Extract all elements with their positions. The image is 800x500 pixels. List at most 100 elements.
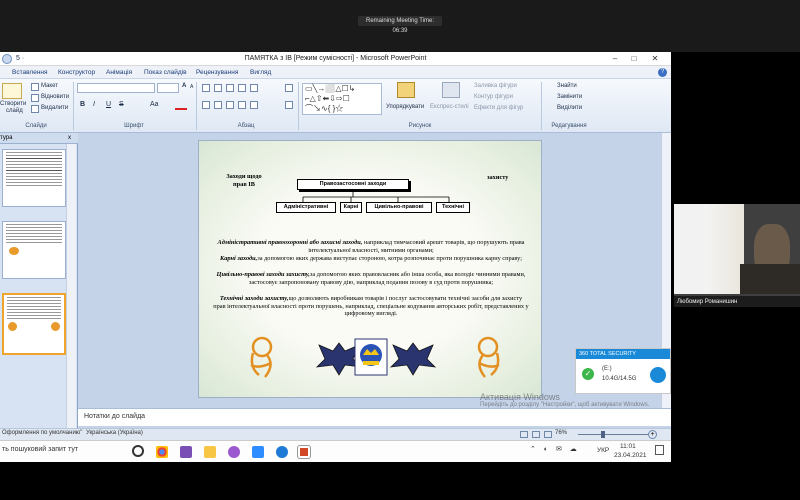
activation-text: Перейдіть до розділу "Настройки", щоб ак…: [480, 402, 650, 408]
diagram-node: Карні: [340, 202, 362, 213]
slide-thumbnail-selected[interactable]: [2, 293, 66, 355]
tab-view[interactable]: Вигляд: [250, 66, 271, 79]
check-icon: ✓: [582, 368, 594, 380]
find-button[interactable]: Знайти: [557, 83, 577, 89]
pane-close-icon[interactable]: x: [68, 133, 71, 144]
notification-icon[interactable]: [655, 445, 664, 455]
clock-time[interactable]: 11:01: [620, 443, 636, 450]
participant-body: [740, 264, 800, 294]
delete-icon[interactable]: [31, 105, 39, 113]
slides-pane-scrollbar[interactable]: [66, 144, 76, 428]
shape-fill-button[interactable]: Заливка фігури: [474, 83, 517, 89]
outline-tab[interactable]: тура: [0, 135, 12, 141]
layout-button[interactable]: Макет: [41, 83, 58, 89]
zoom-slider-thumb[interactable]: [601, 431, 605, 438]
sorter-view-icon[interactable]: [532, 431, 540, 438]
group-label-drawing: Рисунок: [408, 123, 432, 129]
reset-button[interactable]: Відновити: [41, 94, 69, 100]
activation-title: Активація Windows: [480, 392, 560, 402]
viber-icon[interactable]: [228, 446, 240, 458]
video-curtain: [704, 204, 744, 294]
list-buttons[interactable]: [202, 84, 292, 94]
tab-review[interactable]: Рецензування: [196, 66, 238, 79]
participant-video[interactable]: Любомир Романишин: [674, 204, 800, 307]
zoom-level[interactable]: 76%: [555, 430, 567, 436]
status-theme: Оформлення по умолчанию": [2, 430, 83, 436]
tab-animation[interactable]: Анімація: [106, 66, 132, 79]
help-icon[interactable]: ?: [658, 68, 667, 77]
zoom-in-icon[interactable]: +: [648, 430, 657, 439]
tab-insert[interactable]: Вставлення: [12, 66, 48, 79]
keyboard-language[interactable]: УКР: [597, 447, 609, 454]
slide-thumbnail[interactable]: [2, 149, 66, 207]
new-slide-icon[interactable]: [2, 83, 22, 99]
eagle-emblem-right: [389, 342, 437, 376]
reset-icon[interactable]: [31, 94, 39, 102]
group-label-font: Шрифт: [124, 123, 144, 129]
new-slide-label[interactable]: Створити: [0, 101, 26, 107]
powerpoint-icon[interactable]: [298, 446, 310, 458]
diagram-node: Цивільно-правові: [366, 202, 432, 213]
tray-icons[interactable]: ⌃ ◐ ✉ ☁: [530, 445, 590, 455]
font-size-input[interactable]: [157, 83, 179, 93]
smartart-icon[interactable]: [285, 101, 293, 109]
meeting-timer: Remaining Meeting Time: 06:39: [358, 16, 442, 34]
folder-icon[interactable]: [650, 367, 666, 383]
zoom-icon[interactable]: [252, 446, 264, 458]
delete-button[interactable]: Видалити: [41, 105, 68, 111]
tab-slideshow[interactable]: Показ слайдів: [144, 66, 187, 79]
group-label-slides: Слайди: [25, 123, 47, 129]
shape-outline-button[interactable]: Контур фігури: [474, 94, 513, 100]
arrange-button[interactable]: Упорядкувати: [386, 104, 424, 110]
window-title: ПАМЯТКА з IB [Режим сумісності] - Micros…: [244, 55, 427, 62]
text-direction-icon[interactable]: [285, 84, 293, 92]
diagram-node: Адміністративні: [276, 202, 336, 213]
shrink-font-button[interactable]: A: [190, 84, 193, 90]
new-slide-label-2[interactable]: слайд: [6, 108, 23, 114]
replace-button[interactable]: Замінити: [557, 94, 582, 100]
quick-styles-button[interactable]: Експрес-стилі: [430, 104, 469, 110]
font-name-input[interactable]: [77, 83, 155, 93]
slideshow-view-icon[interactable]: [544, 431, 552, 438]
minimize-icon[interactable]: –: [608, 52, 622, 66]
slide-paragraph-1: Адміністративні правоохоронні або захисн…: [217, 239, 525, 254]
change-case-button[interactable]: Aa: [150, 101, 159, 108]
chrome-icon[interactable]: [156, 446, 168, 458]
notes-placeholder[interactable]: Нотатки до слайда: [84, 413, 145, 420]
status-language[interactable]: Українська (Україна): [86, 430, 143, 436]
bold-button[interactable]: B: [80, 101, 85, 108]
select-button[interactable]: Виділити: [557, 105, 582, 111]
diagram-node: Технічні: [436, 202, 470, 213]
taskbar-search[interactable]: ть пошуковий запит тут: [2, 446, 78, 453]
italic-button[interactable]: I: [93, 101, 95, 108]
app-icon[interactable]: [180, 446, 192, 458]
slide-canvas[interactable]: Заходи щодо прав IB захисту Правозастосо…: [198, 140, 542, 398]
quick-styles-icon[interactable]: [442, 82, 460, 98]
antivirus-popup[interactable]: 360 TOTAL SECURITY ✓ (E:) 10.4G/14.5G: [575, 348, 671, 394]
tab-design[interactable]: Конструктор: [58, 66, 95, 79]
drive-label: (E:): [602, 366, 612, 372]
shapes-gallery[interactable]: ▭╲→⬜△☐↳ ⌐△⇧⬅⇩⇨☐ ⌒↘∿{ }☆: [302, 83, 382, 115]
cortana-icon[interactable]: [132, 445, 144, 457]
zoom-slider[interactable]: [578, 434, 648, 435]
file-explorer-icon[interactable]: [204, 446, 216, 458]
underline-button[interactable]: U: [106, 101, 111, 108]
status-bar: Оформлення по умолчанию" Українська (Укр…: [0, 428, 671, 440]
font-color-icon[interactable]: [175, 101, 187, 110]
ribbon-tabs: Вставлення Конструктор Анімація Показ сл…: [0, 66, 671, 79]
clock-date[interactable]: 23.04.2021: [614, 452, 647, 459]
slide-thumbnail[interactable]: [2, 221, 66, 279]
ribbon: Створити слайд Макет Відновити Видалити …: [0, 79, 671, 133]
strikethrough-button[interactable]: S: [119, 101, 124, 108]
maximize-icon[interactable]: □: [627, 52, 641, 66]
close-icon[interactable]: ✕: [648, 52, 662, 66]
title-bar: 5 · ПАМЯТКА з IB [Режим сумісності] - Mi…: [0, 52, 671, 66]
shape-effects-button[interactable]: Ефекти для фігур: [474, 105, 523, 111]
edge-icon[interactable]: [276, 446, 288, 458]
arrange-icon[interactable]: [397, 82, 415, 98]
layout-icon[interactable]: [31, 83, 39, 91]
grow-font-button[interactable]: A: [182, 83, 186, 89]
normal-view-icon[interactable]: [520, 431, 528, 438]
align-buttons[interactable]: [202, 101, 292, 111]
thinker-figure-left: [250, 336, 273, 378]
